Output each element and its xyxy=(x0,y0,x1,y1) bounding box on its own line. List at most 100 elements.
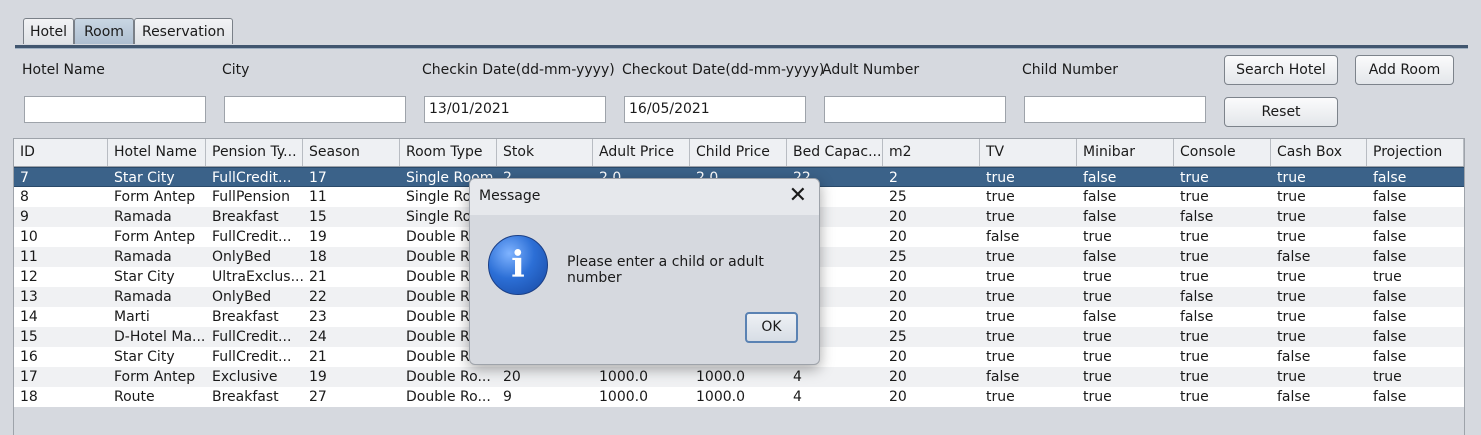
table-cell: false xyxy=(1373,249,1407,265)
table-cell: FullCredit... xyxy=(212,170,292,186)
table-cell: true xyxy=(1083,349,1112,365)
add-room-button[interactable]: Add Room xyxy=(1355,55,1454,85)
table-cell: true xyxy=(1180,229,1209,245)
column-header[interactable]: Stok xyxy=(497,139,593,166)
table-cell: false xyxy=(1277,249,1311,265)
column-header[interactable]: Projection xyxy=(1367,139,1464,166)
adult-number-input[interactable] xyxy=(824,96,1006,123)
table-cell: Form Antep xyxy=(114,189,196,205)
column-header[interactable]: Minibar xyxy=(1077,139,1174,166)
table-cell: 25 xyxy=(889,329,907,345)
table-cell: false xyxy=(1373,189,1407,205)
column-header[interactable]: Adult Price xyxy=(593,139,690,166)
checkin-date-input[interactable]: 13/01/2021 xyxy=(424,96,606,123)
info-icon-glyph: i xyxy=(511,244,525,286)
table-cell: Double Ro... xyxy=(406,389,491,405)
column-header[interactable]: ID xyxy=(14,139,108,166)
table-cell: Ramada xyxy=(114,289,172,305)
table-cell: false xyxy=(1373,329,1407,345)
checkout-date-input[interactable]: 16/05/2021 xyxy=(624,96,806,123)
table-cell: true xyxy=(986,189,1015,205)
table-cell: false xyxy=(986,369,1020,385)
table-cell: D-Hotel Ma... xyxy=(114,329,206,345)
table-cell: 20 xyxy=(889,369,907,385)
table-cell: 7 xyxy=(20,170,29,186)
table-cell: 9 xyxy=(503,389,512,405)
child-number-label: Child Number xyxy=(1022,62,1119,78)
table-cell: 25 xyxy=(889,249,907,265)
table-cell: false xyxy=(1180,289,1214,305)
table-cell: 17 xyxy=(309,170,327,186)
table-cell: 20 xyxy=(889,229,907,245)
table-cell: Star City xyxy=(114,170,175,186)
table-cell: false xyxy=(1083,189,1117,205)
message-dialog: Message ✕ i Please enter a child or adul… xyxy=(469,178,820,365)
table-row[interactable]: 18 Route Breakfast 27 Double Ro... 9 1000.0 100… xyxy=(14,387,1464,407)
column-header[interactable]: Cash Box xyxy=(1271,139,1367,166)
table-cell: 19 xyxy=(309,369,327,385)
tab-reservation[interactable]: Reservation xyxy=(134,18,233,44)
child-number-input[interactable] xyxy=(1024,96,1206,123)
table-cell: 9 xyxy=(20,209,29,225)
table-cell: true xyxy=(986,349,1015,365)
table-cell: true xyxy=(1277,189,1306,205)
table-cell: FullPension xyxy=(212,189,290,205)
ok-button[interactable]: OK xyxy=(745,312,798,343)
table-cell: Form Antep xyxy=(114,229,196,245)
close-icon[interactable]: ✕ xyxy=(789,185,807,207)
table-cell: false xyxy=(1373,289,1407,305)
table-row[interactable]: 17 Form Antep Exclusive 19 Double Ro... 20 100… xyxy=(14,367,1464,387)
table-cell: false xyxy=(1373,309,1407,325)
table-cell: true xyxy=(986,329,1015,345)
reset-button[interactable]: Reset xyxy=(1224,97,1338,127)
table-cell: Breakfast xyxy=(212,309,279,325)
table-cell: false xyxy=(1373,209,1407,225)
table-cell: false xyxy=(1180,209,1214,225)
table-cell: 27 xyxy=(309,389,327,405)
table-cell: true xyxy=(1277,229,1306,245)
table-cell: true xyxy=(1180,389,1209,405)
dialog-title: Message xyxy=(479,188,541,204)
table-cell: 18 xyxy=(309,249,327,265)
column-header[interactable]: Child Price xyxy=(690,139,787,166)
table-cell: 21 xyxy=(309,269,327,285)
table-cell: 8 xyxy=(20,189,29,205)
column-header[interactable]: Season xyxy=(303,139,400,166)
column-header[interactable]: TV xyxy=(980,139,1077,166)
table-cell: false xyxy=(1083,309,1117,325)
search-hotel-button[interactable]: Search Hotel xyxy=(1224,55,1338,85)
table-cell: 20 xyxy=(889,349,907,365)
table-cell: true xyxy=(1277,289,1306,305)
table-cell: true xyxy=(1083,329,1112,345)
table-cell: false xyxy=(1373,349,1407,365)
table-header: ID Hotel Name Pension Ty... Season Room Type… xyxy=(14,139,1464,167)
table-cell: true xyxy=(1180,369,1209,385)
tab-room[interactable]: Room xyxy=(74,18,134,44)
column-header[interactable]: Pension Ty... xyxy=(206,139,303,166)
table-cell: true xyxy=(1180,349,1209,365)
table-cell: 23 xyxy=(309,309,327,325)
city-input[interactable] xyxy=(224,96,406,123)
table-cell: Star City xyxy=(114,349,175,365)
table-cell: 25 xyxy=(889,189,907,205)
table-cell: 11 xyxy=(309,189,327,205)
column-header[interactable]: m2 xyxy=(883,139,980,166)
table-cell: 1000.0 xyxy=(599,369,648,385)
table-cell: false xyxy=(986,229,1020,245)
table-cell: Form Antep xyxy=(114,369,196,385)
table-cell: 16 xyxy=(20,349,38,365)
column-header[interactable]: Room Type xyxy=(400,139,497,166)
tab-hotel[interactable]: Hotel xyxy=(23,18,74,44)
info-icon: i xyxy=(488,235,548,295)
table-cell: 14 xyxy=(20,309,38,325)
table-cell: 10 xyxy=(20,229,38,245)
column-header[interactable]: Console xyxy=(1174,139,1271,166)
table-cell: true xyxy=(1277,309,1306,325)
column-header[interactable]: Hotel Name xyxy=(108,139,206,166)
table-cell: Marti xyxy=(114,309,150,325)
table-cell: 20 xyxy=(889,309,907,325)
column-header[interactable]: Bed Capac... xyxy=(787,139,883,166)
table-cell: true xyxy=(1277,209,1306,225)
hotel-name-input[interactable] xyxy=(24,96,206,123)
table-cell: FullCredit... xyxy=(212,229,292,245)
